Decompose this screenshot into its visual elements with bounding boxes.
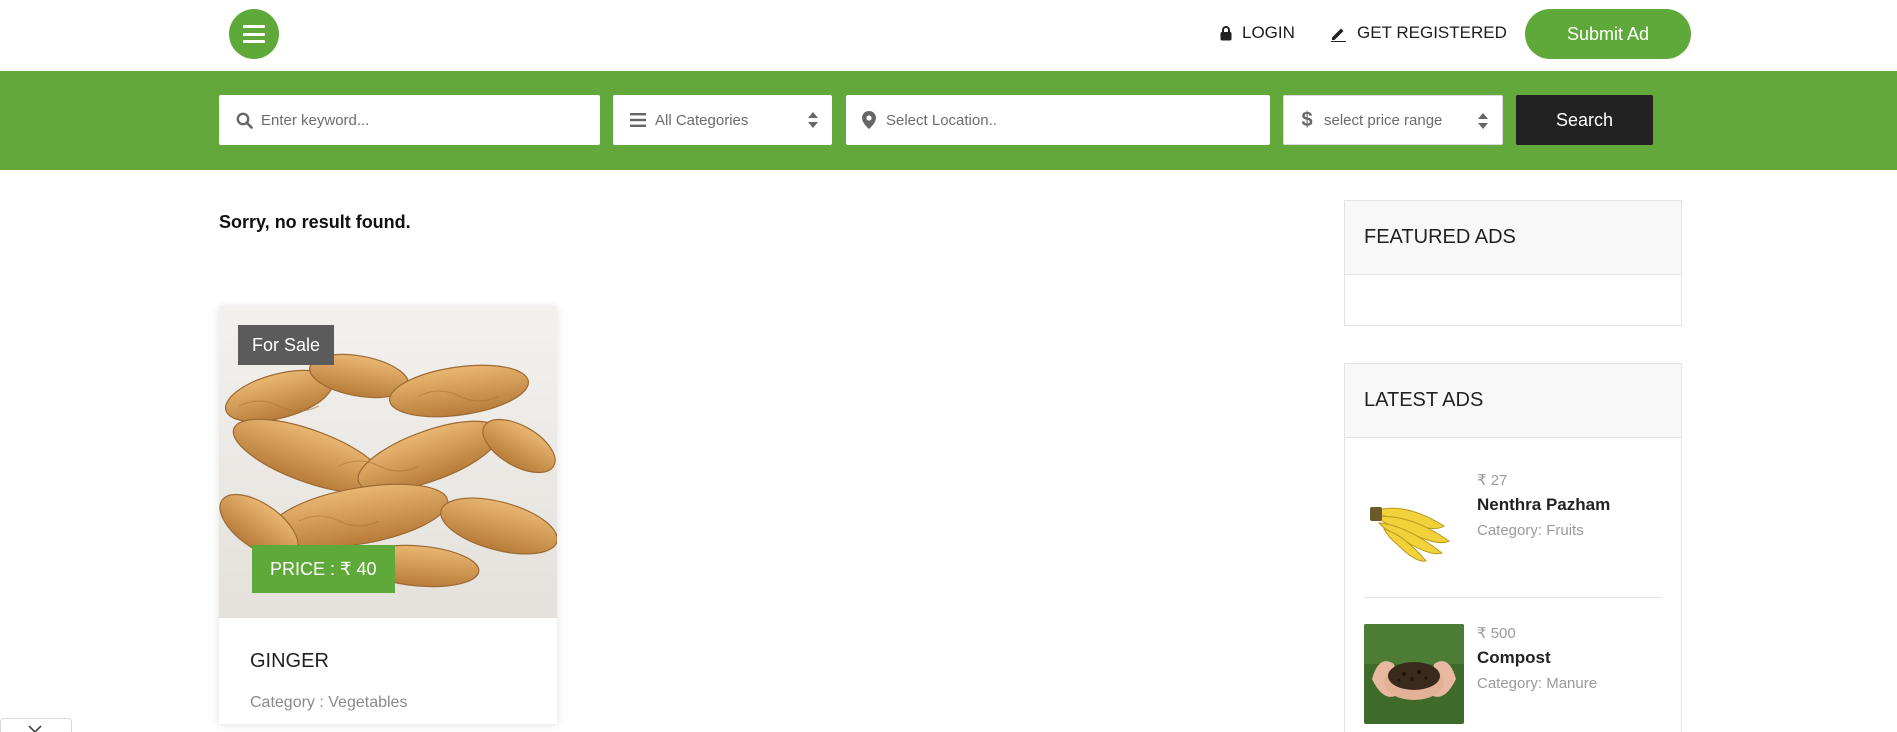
divider [1364, 597, 1662, 598]
featured-ads-title: FEATURED ADS [1345, 201, 1681, 275]
close-icon [28, 725, 42, 732]
dollar-icon: $ [1301, 108, 1313, 131]
location-input[interactable]: Select Location.. [846, 95, 1270, 145]
search-button[interactable]: Search [1516, 95, 1653, 145]
keyword-placeholder: Enter keyword... [261, 111, 370, 129]
latest-ad-price: ₹ 27 [1477, 472, 1508, 489]
keyword-input[interactable]: Enter keyword... [219, 95, 600, 145]
latest-ad-price: ₹ 500 [1477, 625, 1516, 642]
menu-button[interactable] [229, 9, 279, 59]
login-label: LOGIN [1242, 23, 1295, 42]
search-icon [235, 111, 253, 129]
ginger-image[interactable]: For Sale PRICE : ₹ 40 [219, 306, 557, 618]
compost-thumbnail[interactable] [1364, 624, 1464, 724]
cookie-bar-close[interactable] [0, 718, 72, 732]
ad-card[interactable]: For Sale PRICE : ₹ 40 GINGER Category : … [219, 306, 557, 724]
login-link[interactable]: LOGIN [1220, 22, 1295, 44]
submit-ad-button[interactable]: Submit Ad [1525, 9, 1691, 59]
price-range-value: select price range [1324, 111, 1443, 129]
ad-category: Category : Vegetables [250, 694, 408, 711]
latest-ad-item[interactable]: ₹ 500 Compost Category: Manure [1364, 624, 1664, 724]
register-label: GET REGISTERED [1357, 23, 1507, 42]
latest-ads-widget: LATEST ADS ₹ 27 Nenthra Pazham Category:… [1344, 363, 1682, 732]
register-link[interactable]: GET REGISTERED [1330, 22, 1507, 44]
price-range-select[interactable]: $ select price range [1283, 95, 1503, 145]
top-header: LOGIN GET REGISTERED Submit Ad [0, 0, 1897, 71]
search-bar: Enter keyword... All Categories Select L… [0, 71, 1897, 170]
menu-icon [243, 25, 265, 43]
location-placeholder: Select Location.. [886, 111, 997, 129]
for-sale-badge: For Sale [238, 325, 335, 365]
latest-ad-name[interactable]: Nenthra Pazham [1477, 495, 1610, 515]
ad-title[interactable]: GINGER [250, 650, 329, 673]
no-result-message: Sorry, no result found. [219, 212, 411, 232]
latest-ad-name[interactable]: Compost [1477, 648, 1551, 668]
latest-ads-title: LATEST ADS [1345, 364, 1681, 438]
category-value: All Categories [655, 111, 749, 129]
latest-ad-item[interactable]: ₹ 27 Nenthra Pazham Category: Fruits [1364, 471, 1664, 571]
featured-ads-widget: FEATURED ADS [1344, 200, 1682, 326]
latest-ad-category: Category: Manure [1477, 675, 1598, 692]
pencil-icon [1331, 28, 1346, 42]
sort-arrows-icon [1478, 113, 1488, 129]
banana-thumbnail[interactable] [1364, 471, 1464, 571]
map-pin-icon [860, 111, 878, 129]
latest-ad-category: Category: Fruits [1477, 522, 1584, 539]
price-badge: PRICE : ₹ 40 [252, 545, 395, 593]
lock-icon [1220, 25, 1232, 40]
sort-arrows-icon [808, 112, 818, 128]
category-select[interactable]: All Categories [613, 95, 832, 145]
list-icon [629, 111, 647, 129]
